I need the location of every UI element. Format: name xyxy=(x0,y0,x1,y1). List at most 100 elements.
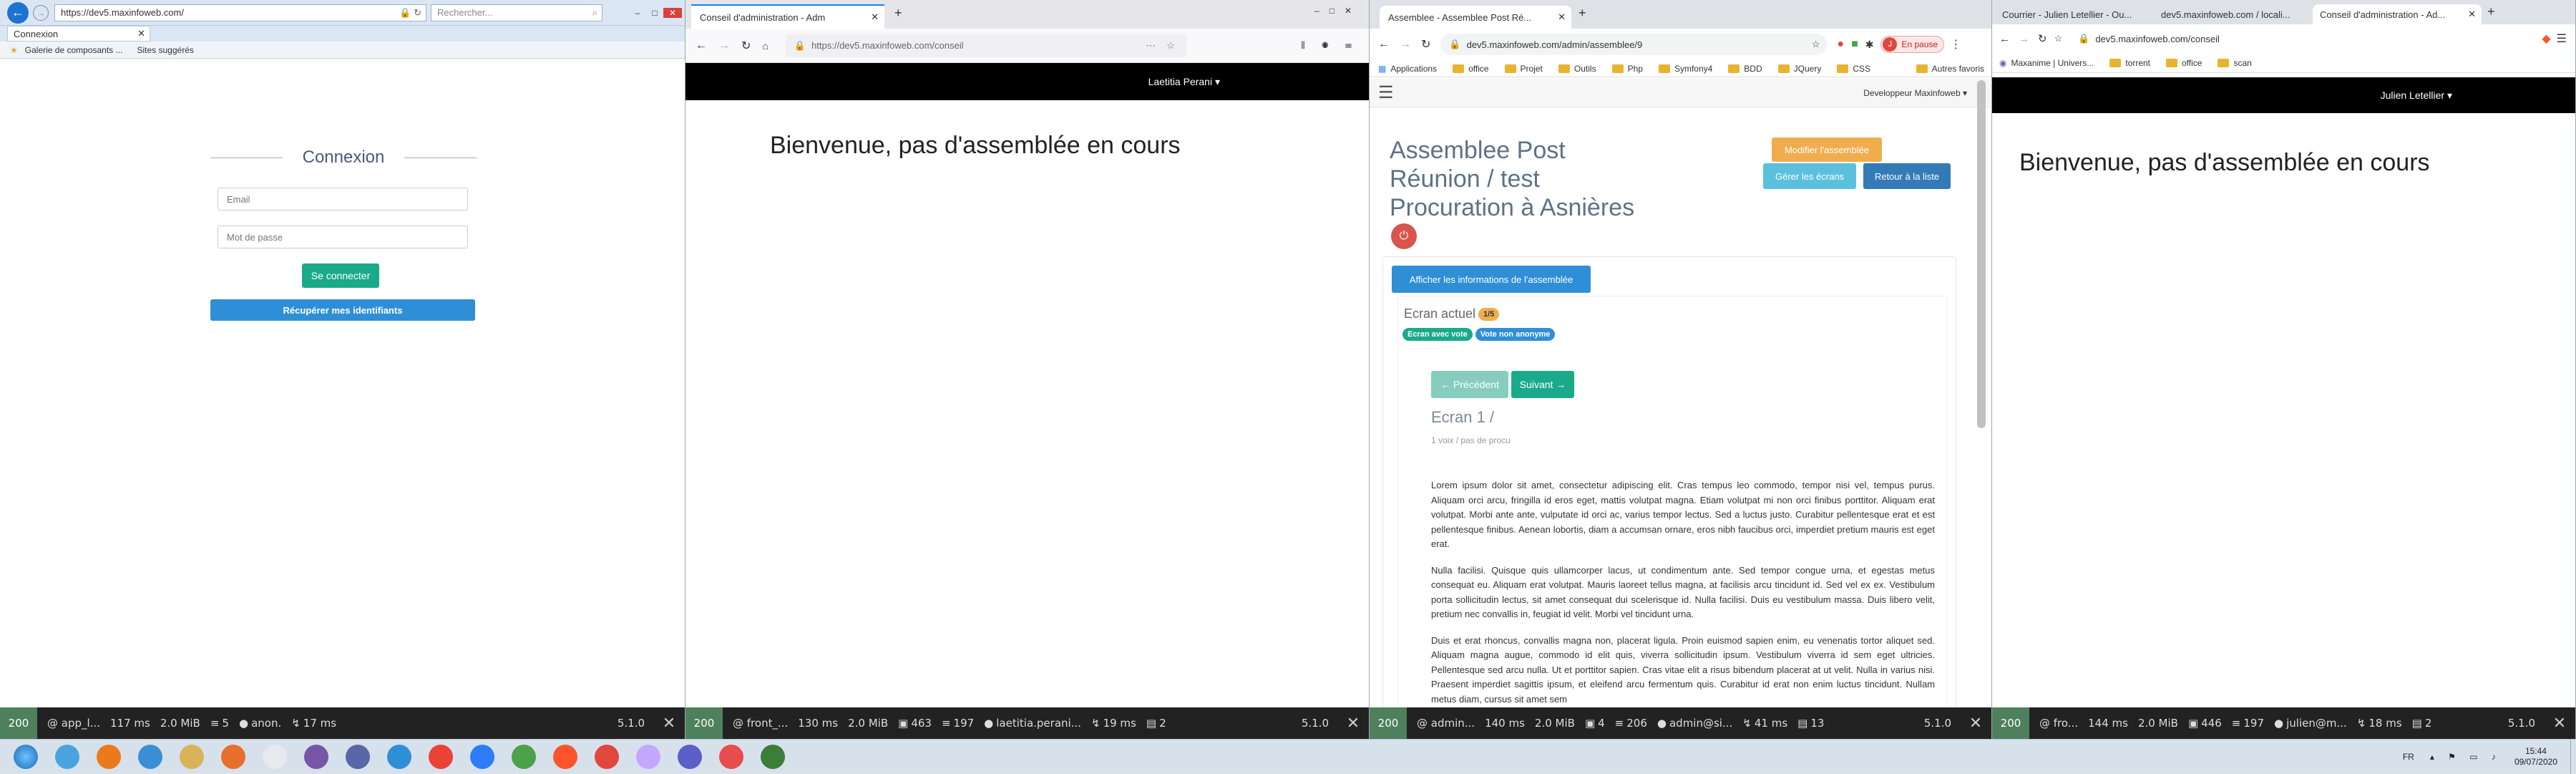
url-input[interactable]: 🔒 https://dev5.maxinfoweb.com/conseil ⋯ … xyxy=(785,34,1186,57)
current-user[interactable]: laetitia.perani... xyxy=(996,717,1081,730)
forward-icon[interactable]: → xyxy=(2019,33,2029,45)
hamburger-menu-icon[interactable]: ☰ xyxy=(1378,82,1394,103)
menu-kebab-icon[interactable]: ⋮ xyxy=(1950,37,1961,52)
favorites-star-icon[interactable]: ★ xyxy=(10,45,18,55)
cache-count[interactable]: 2 xyxy=(2425,717,2432,730)
memory-usage[interactable]: 2.0 MiB xyxy=(2138,717,2178,730)
tab-conseil[interactable]: Conseil d'administration - Adm ✕ xyxy=(691,4,884,29)
taskbar-app-icon[interactable] xyxy=(173,741,210,773)
brave-shield-icon[interactable]: ◆ xyxy=(2542,32,2550,46)
close-toolbar-icon[interactable]: ✕ xyxy=(1960,707,1991,739)
close-toolbar-icon[interactable]: ✕ xyxy=(1337,707,1369,739)
tab-connexion[interactable]: Connexion ✕ xyxy=(7,26,150,42)
bookmark-folder[interactable]: office xyxy=(1453,64,1489,74)
tab-mail[interactable]: Courrier - Julien Letellier - Ou... xyxy=(1995,4,2151,24)
request-time[interactable]: 130 ms xyxy=(798,717,838,730)
previous-button[interactable]: ← Précédent xyxy=(1431,371,1508,398)
reload-icon[interactable]: ↻ xyxy=(741,39,751,53)
route-name[interactable]: @ admin... xyxy=(1417,717,1475,730)
reload-icon[interactable]: ↻ xyxy=(1421,37,1430,52)
status-code[interactable]: 200 xyxy=(0,707,37,739)
clock[interactable]: 15:44 09/07/2020 xyxy=(2514,746,2557,768)
search-input[interactable]: Rechercher... ⌕ xyxy=(431,4,602,21)
bookmark-folder[interactable]: CSS xyxy=(1837,64,1870,74)
user-menu[interactable]: Julien Letellier ▾ xyxy=(2381,90,2452,102)
taskbar-app-icon[interactable] xyxy=(49,741,86,773)
search-icon[interactable]: ⌕ xyxy=(592,7,597,19)
scrollbar-thumb[interactable] xyxy=(1977,80,1986,428)
memory-usage[interactable]: 2.0 MiB xyxy=(160,717,200,730)
taskbar-app-icon[interactable] xyxy=(298,741,335,773)
close-tab-icon[interactable]: ✕ xyxy=(137,28,145,39)
window-controls[interactable]: –□✕ xyxy=(1314,6,1362,16)
db-queries[interactable]: 5 xyxy=(222,717,229,730)
manage-screens-button[interactable]: Gérer les écrans xyxy=(1763,163,1856,189)
taskbar-app-icon[interactable] xyxy=(256,741,293,773)
language-indicator[interactable]: FR xyxy=(2403,752,2414,762)
extension-icon[interactable]: ■ xyxy=(1851,38,1858,51)
bookmark-folder[interactable]: Symfony4 xyxy=(1658,64,1712,74)
taskbar-app-icon[interactable] xyxy=(422,741,459,773)
taskbar-app-icon[interactable] xyxy=(588,741,625,773)
tray-icons[interactable]: ▴ ⚑ ▭ ♪ xyxy=(2430,752,2502,762)
status-code[interactable]: 200 xyxy=(1992,707,2029,739)
home-icon[interactable]: ⌂ xyxy=(762,40,768,52)
user-menu[interactable]: Laetitia Perani ▾ xyxy=(1148,76,1220,88)
back-icon[interactable]: ← xyxy=(1378,38,1390,51)
bookmark-other[interactable]: Autres favoris xyxy=(1916,64,1984,74)
request-time[interactable]: 144 ms xyxy=(2088,717,2128,730)
close-icon[interactable]: ✕ xyxy=(663,7,682,18)
db-queries[interactable]: 197 xyxy=(2243,717,2264,730)
bookmark-item[interactable]: ◉ Maxanime | Univers... xyxy=(1999,58,2094,68)
route-name[interactable]: @ fro... xyxy=(2039,717,2078,730)
close-toolbar-icon[interactable]: ✕ xyxy=(653,707,685,739)
bookmark-icon[interactable]: ☆ xyxy=(2054,33,2063,44)
taskbar-app-icon[interactable] xyxy=(464,741,501,773)
route-name[interactable]: @ front_... xyxy=(733,717,788,730)
route-name[interactable]: @ app_l... xyxy=(47,717,100,730)
bookmark-folder[interactable]: Outils xyxy=(1558,64,1596,74)
bookmark-folder[interactable]: Php xyxy=(1611,64,1643,74)
login-button[interactable]: Se connecter xyxy=(302,263,379,288)
toolbar-icons[interactable]: ⫼ ◉ ☰ xyxy=(1301,40,1359,51)
extension-icon[interactable]: ● xyxy=(1837,38,1844,51)
menu-icon[interactable]: ☰ xyxy=(2557,32,2567,46)
new-tab-icon[interactable]: + xyxy=(1579,6,1586,21)
current-user[interactable]: julien@m... xyxy=(2286,717,2347,730)
back-icon[interactable]: ← xyxy=(696,39,707,52)
extensions-puzzle-icon[interactable]: ✱ xyxy=(1865,39,1874,51)
status-code[interactable]: 200 xyxy=(1370,707,1407,739)
modify-assemblee-button[interactable]: Modifier l'assemblée xyxy=(1772,137,1882,162)
taskbar-app-icon[interactable] xyxy=(90,741,127,773)
ajax-time[interactable]: 41 ms xyxy=(1755,717,1787,730)
close-tab-icon[interactable]: ✕ xyxy=(2468,9,2476,20)
taskbar-app-icon[interactable] xyxy=(505,741,542,773)
status-code[interactable]: 200 xyxy=(686,707,723,739)
bookmark-apps[interactable]: ▦ Applications xyxy=(1378,64,1437,74)
current-user[interactable]: anon. xyxy=(251,717,281,730)
taskbar-app-icon[interactable] xyxy=(132,741,169,773)
close-toolbar-icon[interactable]: ✕ xyxy=(2544,707,2575,739)
request-time[interactable]: 117 ms xyxy=(110,717,150,730)
new-tab-icon[interactable]: + xyxy=(894,6,902,21)
ajax-time[interactable]: 18 ms xyxy=(2368,717,2401,730)
taskbar-app-icon[interactable] xyxy=(547,741,584,773)
bookmark-item[interactable]: Sites suggérés xyxy=(137,45,194,55)
bookmark-folder[interactable]: scan xyxy=(2218,58,2252,68)
close-tab-icon[interactable]: ✕ xyxy=(1558,11,1566,23)
symfony-version[interactable]: 5.1.0 xyxy=(1924,717,1951,730)
show-assemblee-info-button[interactable]: Afficher les informations de l'assemblée xyxy=(1392,266,1591,293)
reload-icon[interactable]: ↻ xyxy=(2038,32,2047,45)
taskbar-app-icon[interactable] xyxy=(671,741,708,773)
tab-phpmyadmin[interactable]: dev5.maxinfoweb.com / locali... xyxy=(2154,4,2310,24)
ajax-time[interactable]: 17 ms xyxy=(303,717,336,730)
close-tab-icon[interactable]: ✕ xyxy=(871,11,879,23)
taskbar-app-icon[interactable] xyxy=(339,741,376,773)
forms-count[interactable]: 4 xyxy=(1598,717,1605,730)
back-to-list-button[interactable]: Retour à la liste xyxy=(1863,163,1951,189)
bookmark-folder[interactable]: torrent xyxy=(2109,58,2150,68)
current-user[interactable]: admin@si... xyxy=(1669,717,1732,730)
forward-icon[interactable]: → xyxy=(1400,38,1411,51)
tab-conseil[interactable]: Conseil d'administration - Ad... ✕ xyxy=(2313,4,2482,24)
db-queries[interactable]: 197 xyxy=(954,717,975,730)
